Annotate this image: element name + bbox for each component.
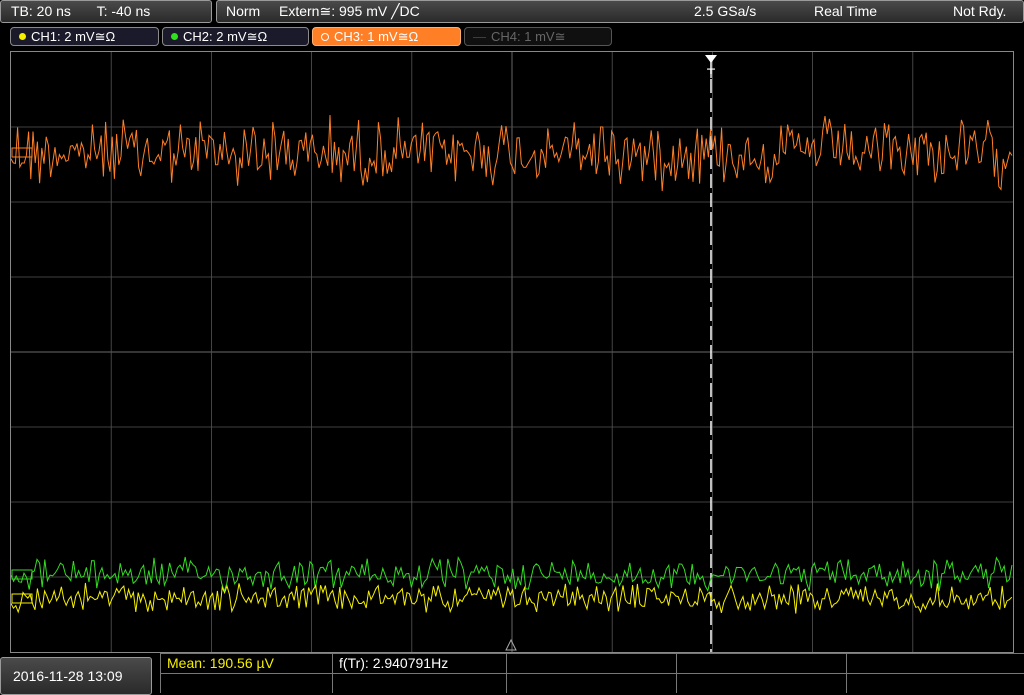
channel-3-label: CH3: 1 mV≅Ω (334, 29, 419, 44)
acquisition-mode: Real Time (814, 3, 878, 19)
channel-bar: CH1: 2 mV≅Ω CH2: 2 mV≅Ω CH3: 1 mV≅Ω — CH4… (0, 27, 1024, 47)
acquisition-status: Not Rdy. (953, 3, 1007, 19)
channel-2-button[interactable]: CH2: 2 mV≅Ω (162, 27, 309, 46)
channel-1-button[interactable]: CH1: 2 mV≅Ω (10, 27, 159, 46)
status-bar: TB: 20 ns T: -40 ns Norm Extern≅: 995 mV… (0, 0, 1024, 26)
channel-4-off-icon: — (473, 29, 486, 44)
channel-1-label: CH1: 2 mV≅Ω (31, 29, 116, 44)
datetime-box[interactable]: 2016-11-28 13:09 (0, 657, 152, 695)
measurement-slot-8[interactable] (506, 673, 676, 693)
grid-lines (11, 52, 1013, 652)
trigger-box[interactable]: Norm Extern≅: 995 mV ╱DC 2.5 GSa/s Real … (216, 0, 1024, 23)
datetime-label: 2016-11-28 13:09 (13, 668, 123, 684)
measurement-slot-9[interactable] (676, 673, 846, 693)
trigger-position-icon[interactable] (705, 55, 717, 63)
waveform-display[interactable]: T (10, 51, 1014, 653)
waveform-canvas: T (11, 52, 1013, 652)
trigger-time-label: T: -40 ns (96, 3, 151, 19)
measurement-slot-4[interactable] (676, 653, 846, 673)
channel-2-label: CH2: 2 mV≅Ω (183, 29, 268, 44)
channel-4-button[interactable]: — CH4: 1 mV≅ (464, 27, 612, 46)
timebase-label: TB: 20 ns (11, 3, 71, 19)
trigger-level-icon (505, 638, 517, 651)
measurement-table: Mean: 190.56 µV f(Tr): 2.940791Hz (160, 653, 1024, 695)
measurement-slot-5[interactable] (846, 653, 1024, 673)
channel-2-dot-icon (171, 33, 178, 41)
measurement-bar: 2016-11-28 13:09 Mean: 190.56 µV f(Tr): … (0, 653, 1024, 695)
trigger-marker-label: T (707, 65, 716, 81)
measurement-slot-6[interactable] (160, 673, 332, 693)
trigger-mode: Norm (226, 3, 261, 19)
timebase-box[interactable]: TB: 20 ns T: -40 ns (0, 0, 212, 23)
measurement-slot-10[interactable] (846, 673, 1024, 693)
channel-1-dot-icon (19, 33, 26, 41)
sample-rate: 2.5 GSa/s (694, 3, 757, 19)
mean-measurement[interactable]: Mean: 190.56 µV (160, 653, 332, 673)
measurement-slot-7[interactable] (332, 673, 506, 693)
channel-3-dot-icon (321, 32, 329, 41)
measurement-slot-3[interactable] (506, 653, 676, 673)
trigger-source: Extern≅: 995 mV ╱DC (279, 3, 420, 19)
channel-3-button[interactable]: CH3: 1 mV≅Ω (312, 27, 461, 46)
frequency-measurement[interactable]: f(Tr): 2.940791Hz (332, 653, 506, 673)
channel-4-label: CH4: 1 mV≅ (491, 29, 566, 44)
